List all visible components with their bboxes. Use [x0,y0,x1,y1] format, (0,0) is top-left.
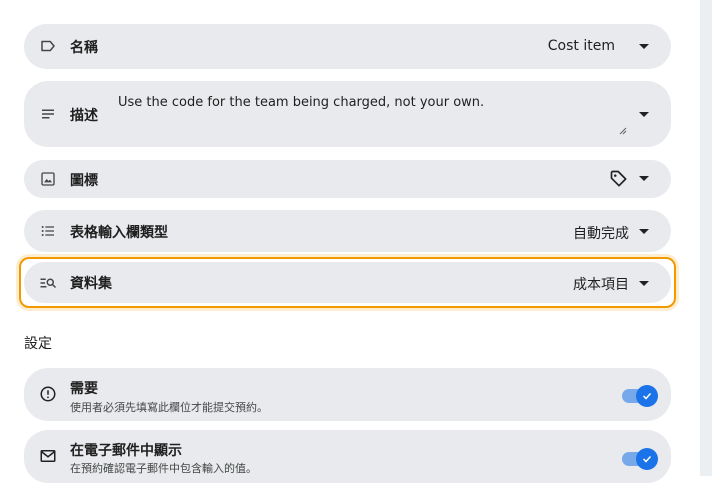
name-value: Cost item [547,38,615,54]
input-type-dropdown-caret[interactable] [639,229,649,234]
icon-field-row[interactable]: 圖標 [24,160,671,198]
resize-grip-icon[interactable] [619,127,627,135]
label-icon [38,36,58,56]
description-label: 描述 [70,108,98,124]
required-subtitle: 使用者必須先填寫此欄位才能提交預約。 [70,401,268,414]
list-icon [38,221,58,241]
alert-circle-icon [38,384,58,404]
name-field-row[interactable]: 名稱 Cost item [24,24,671,69]
required-title: 需要 [70,381,98,397]
scrollbar-track[interactable] [700,0,712,476]
check-icon [636,385,658,407]
name-dropdown-caret[interactable] [639,44,649,49]
image-icon [38,169,58,189]
show-in-email-toggle[interactable] [622,448,658,470]
description-dropdown-caret[interactable] [639,112,649,117]
input-type-label: 表格輸入欄類型 [70,225,168,241]
icon-dropdown-caret[interactable] [639,176,649,181]
show-in-email-subtitle: 在預約確認電子郵件中包含輸入的值。 [70,462,257,475]
name-label: 名稱 [70,40,98,56]
show-in-email-title: 在電子郵件中顯示 [70,443,182,459]
focus-ring [19,257,676,308]
check-icon [636,448,658,470]
required-toggle[interactable] [622,385,658,407]
description-textarea[interactable]: Use the code for the team being charged,… [118,95,484,110]
required-setting-row: 需要 使用者必須先填寫此欄位才能提交預約。 [24,368,671,421]
tag-icon [609,169,629,193]
input-type-value: 自動完成 [573,226,629,242]
description-field-row[interactable]: 描述 Use the code for the team being charg… [24,81,671,147]
input-type-field-row[interactable]: 表格輸入欄類型 自動完成 [24,210,671,252]
mail-icon [38,446,58,466]
show-in-email-setting-row: 在電子郵件中顯示 在預約確認電子郵件中包含輸入的值。 [24,430,671,483]
icon-label: 圖標 [70,173,98,189]
settings-title: 設定 [24,336,52,352]
notes-icon [38,104,58,124]
